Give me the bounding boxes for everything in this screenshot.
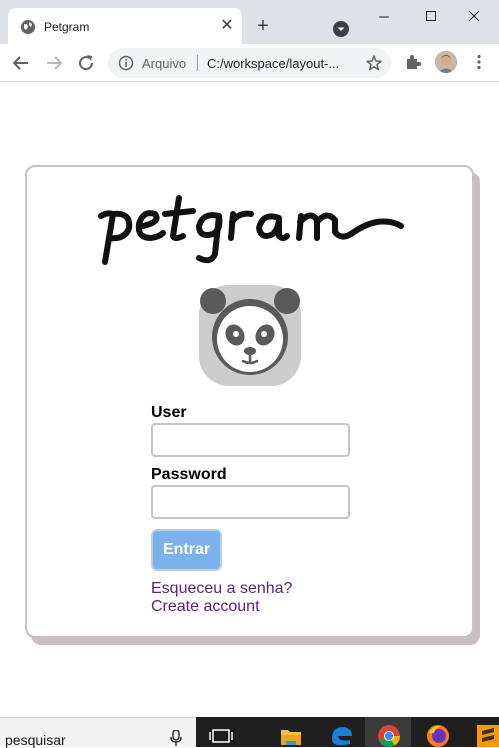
edge-icon[interactable] — [328, 721, 354, 747]
address-divider — [197, 55, 198, 71]
microphone-icon[interactable] — [170, 730, 182, 746]
extensions-icon[interactable] — [404, 53, 422, 71]
forgot-password-link[interactable]: Esqueceu a senha? — [151, 580, 292, 598]
taskbar-search-placeholder: pesquisar — [5, 732, 66, 748]
tab-search-icon[interactable] — [333, 21, 349, 37]
new-tab-button[interactable]: + — [253, 16, 273, 36]
tab-strip: Petgram ✕ + — [0, 0, 499, 44]
window-close-icon[interactable] — [462, 6, 486, 26]
address-bar[interactable]: Arquivo C:/workspace/layout-... — [108, 48, 391, 78]
user-label: User — [151, 404, 187, 421]
login-button[interactable]: Entrar — [151, 529, 222, 571]
sublime-icon[interactable] — [475, 721, 499, 747]
back-icon[interactable] — [11, 53, 31, 73]
petgram-logo: petgram — [98, 195, 404, 265]
taskbar-search[interactable]: pesquisar — [0, 717, 196, 748]
forward-icon[interactable] — [44, 53, 64, 73]
tab-close-icon[interactable]: ✕ — [218, 17, 236, 35]
reload-icon[interactable] — [76, 53, 96, 73]
chrome-icon[interactable] — [376, 721, 402, 747]
browser-toolbar: Arquivo C:/workspace/layout-... — [0, 44, 499, 82]
globe-icon — [21, 20, 35, 34]
password-label: Password — [151, 466, 227, 483]
file-explorer-icon[interactable] — [278, 721, 304, 747]
profile-face-icon — [435, 51, 457, 73]
tab-petgram[interactable]: Petgram ✕ — [8, 8, 242, 44]
task-view-icon[interactable] — [208, 721, 234, 747]
password-input[interactable] — [151, 485, 350, 519]
info-icon[interactable] — [118, 55, 134, 71]
windows-taskbar: pesquisar — [0, 717, 499, 748]
kebab-menu-icon[interactable] — [470, 53, 488, 71]
url-text[interactable]: C:/workspace/layout-... — [207, 56, 339, 71]
minimize-icon[interactable] — [372, 6, 396, 26]
firefox-icon[interactable] — [425, 721, 451, 747]
tab-title: Petgram — [44, 20, 90, 34]
scheme-label: Arquivo — [142, 56, 187, 71]
user-input[interactable] — [151, 423, 350, 457]
panda-avatar-icon — [199, 285, 301, 386]
maximize-icon[interactable] — [419, 6, 443, 26]
create-account-link[interactable]: Create account — [151, 598, 260, 616]
profile-avatar[interactable] — [435, 51, 457, 73]
bookmark-star-icon[interactable] — [365, 54, 383, 72]
